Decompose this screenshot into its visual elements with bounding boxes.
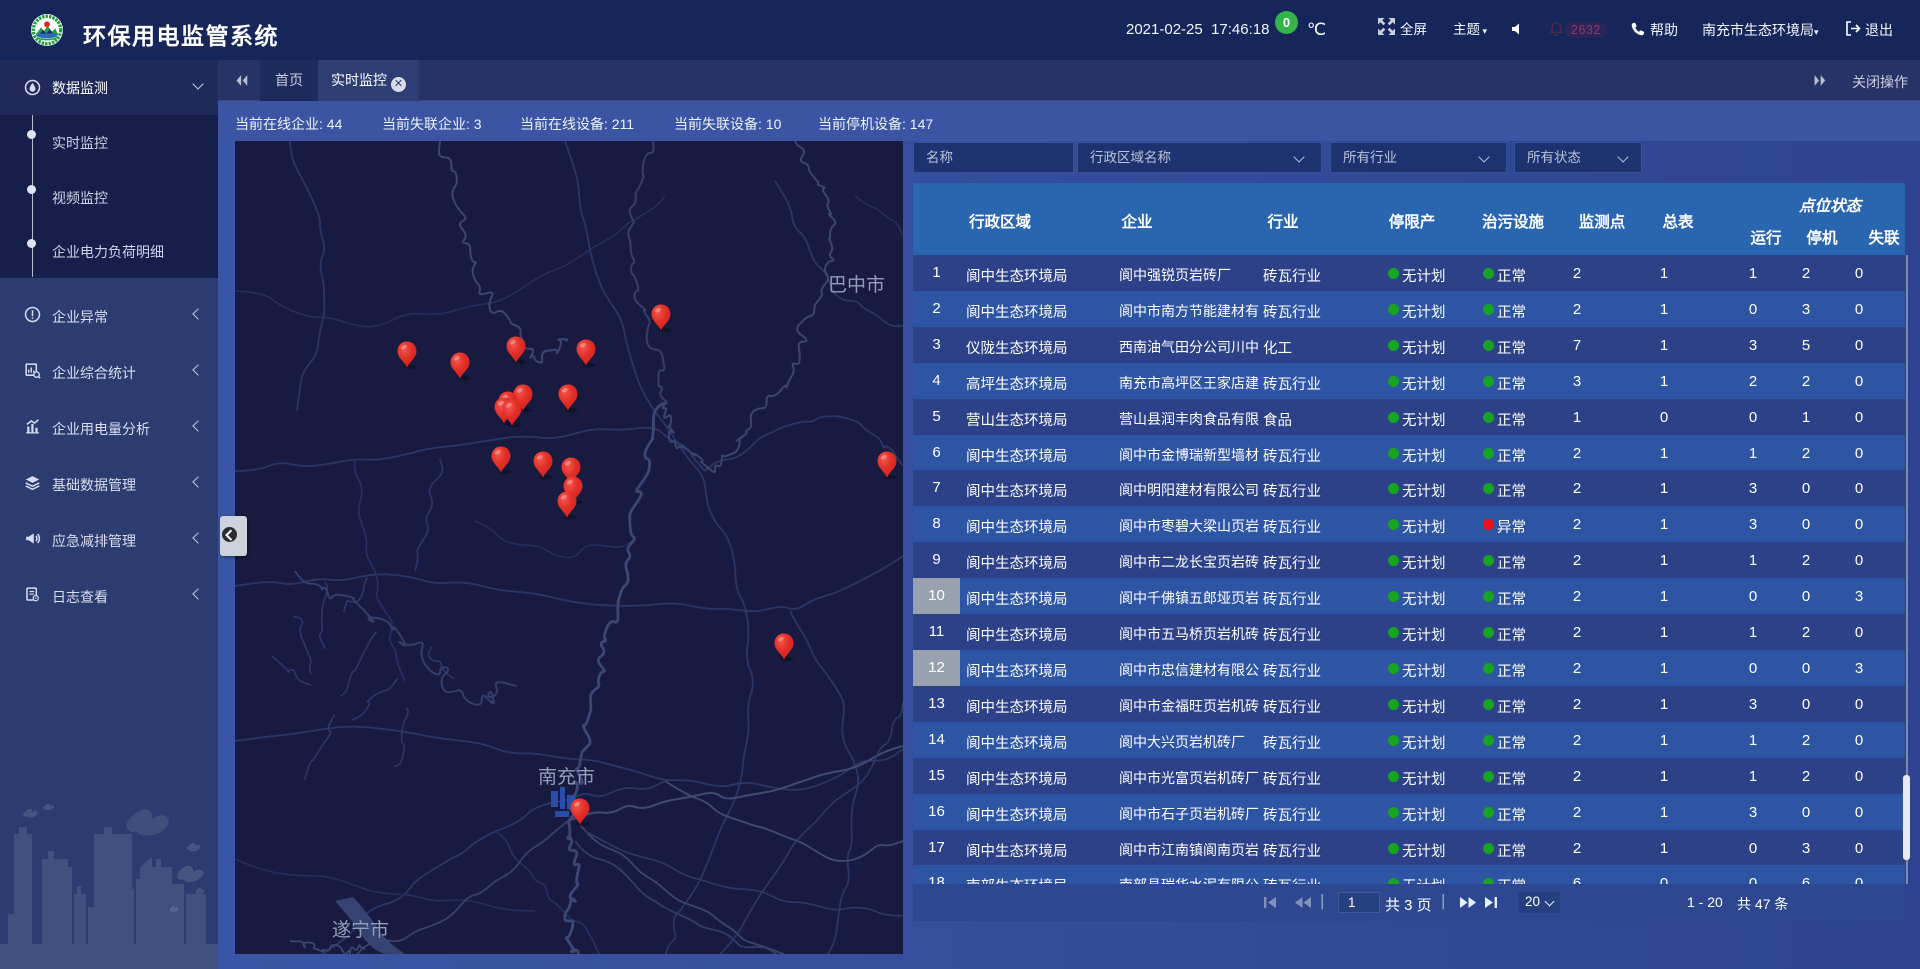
svg-text:南充市: 南充市 (538, 766, 595, 788)
svg-text:巴中市: 巴中市 (828, 274, 885, 296)
svg-text:遂宁市: 遂宁市 (332, 919, 389, 941)
